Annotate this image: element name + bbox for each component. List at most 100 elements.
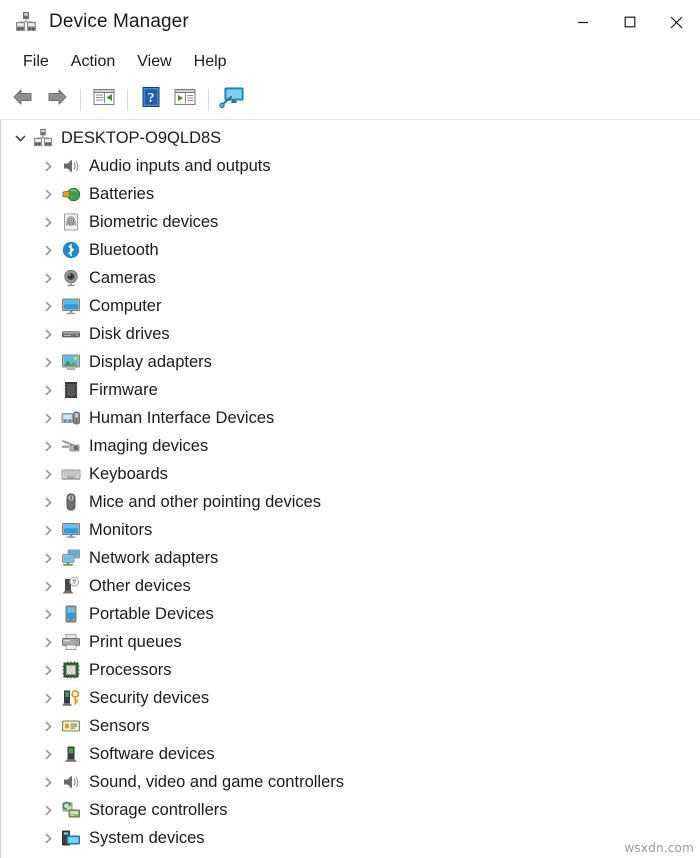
chevron-right-icon[interactable] [39, 325, 57, 343]
chevron-right-icon[interactable] [39, 633, 57, 651]
tree-item-human-interface-devices[interactable]: Human Interface Devices [1, 404, 700, 432]
imaging-scanner-icon [61, 436, 81, 456]
menu-help[interactable]: Help [183, 50, 238, 74]
tree-item-batteries[interactable]: Batteries [1, 180, 700, 208]
computer-node-icon [33, 128, 53, 148]
chevron-right-icon[interactable] [39, 717, 57, 735]
tree-item-label: Human Interface Devices [89, 408, 275, 427]
tree-item-computer[interactable]: Computer [1, 292, 700, 320]
chevron-right-icon[interactable] [39, 745, 57, 763]
tree-item-software-devices[interactable]: Software devices [1, 740, 700, 768]
menu-action[interactable]: Action [60, 50, 126, 74]
disk-drive-icon [61, 324, 81, 344]
tree-item-label: Sensors [89, 716, 150, 735]
chevron-right-icon[interactable] [39, 661, 57, 679]
close-button[interactable] [653, 0, 700, 44]
tree-item-disk-drives[interactable]: Disk drives [1, 320, 700, 348]
tree-item-imaging-devices[interactable]: Imaging devices [1, 432, 700, 460]
chevron-right-icon[interactable] [39, 437, 57, 455]
menu-file[interactable]: File [12, 50, 60, 74]
tree-item-monitors[interactable]: Monitors [1, 516, 700, 544]
tree-item-other-devices[interactable]: ? Other devices [1, 572, 700, 600]
tree-item-storage-controllers[interactable]: Storage controllers [1, 796, 700, 824]
camera-icon [61, 268, 81, 288]
menu-view[interactable]: View [126, 50, 182, 74]
maximize-button[interactable] [606, 0, 653, 44]
monitor-icon [61, 520, 81, 540]
tree-item-mice-and-other-pointing-devices[interactable]: Mice and other pointing devices [1, 488, 700, 516]
chevron-right-icon[interactable] [39, 605, 57, 623]
forward-button[interactable] [40, 84, 74, 116]
tree-item-label: Processors [89, 660, 172, 679]
tree-item-print-queues[interactable]: Print queues [1, 628, 700, 656]
tree-item-audio-inputs-and-outputs[interactable]: Audio inputs and outputs [1, 152, 700, 180]
chevron-right-icon[interactable] [39, 157, 57, 175]
back-button[interactable] [6, 84, 40, 116]
tree-item-label: System devices [89, 828, 205, 847]
back-arrow-icon [11, 87, 35, 112]
tree-item-network-adapters[interactable]: Network adapters [1, 544, 700, 572]
help-button[interactable]: ? [134, 84, 168, 116]
tree-item-label: Keyboards [89, 464, 168, 483]
tree-item-label: Firmware [89, 380, 158, 399]
tree-item-firmware[interactable]: Firmware [1, 376, 700, 404]
tree-item-label: Storage controllers [89, 800, 228, 819]
window-controls [559, 0, 700, 44]
tree-item-keyboards[interactable]: Keyboards [1, 460, 700, 488]
tree-item-label: Imaging devices [89, 436, 209, 455]
tree-item-system-devices[interactable]: System devices [1, 824, 700, 852]
chevron-right-icon[interactable] [39, 829, 57, 847]
scan-hardware-changes-button[interactable] [215, 84, 249, 116]
tree-item-display-adapters[interactable]: Display adapters [1, 348, 700, 376]
chevron-right-icon[interactable] [39, 241, 57, 259]
tree-item-label: Security devices [89, 688, 210, 707]
chevron-right-icon[interactable] [39, 577, 57, 595]
chevron-right-icon[interactable] [39, 213, 57, 231]
processor-chip-icon [61, 660, 81, 680]
chevron-right-icon[interactable] [39, 801, 57, 819]
tree-item-label: Other devices [89, 576, 191, 595]
portable-device-icon [61, 604, 81, 624]
tree-item-security-devices[interactable]: Security devices [1, 684, 700, 712]
speaker-icon [61, 156, 81, 176]
watermark: wsxdn.com [624, 841, 694, 855]
svg-text:?: ? [148, 91, 155, 106]
tree-item-portable-devices[interactable]: Portable Devices [1, 600, 700, 628]
chevron-right-icon[interactable] [39, 185, 57, 203]
tree-item-label: Monitors [89, 520, 153, 539]
device-manager-window: Device Manager File Action View Help ? D… [0, 0, 700, 858]
tree-item-cameras[interactable]: Cameras [1, 264, 700, 292]
scan-monitor-icon [219, 86, 245, 113]
chevron-right-icon[interactable] [39, 773, 57, 791]
chevron-right-icon[interactable] [39, 521, 57, 539]
tree-item-bluetooth[interactable]: Bluetooth [1, 236, 700, 264]
chevron-right-icon[interactable] [39, 465, 57, 483]
tree-item-sound-video-and-game-controllers[interactable]: Sound, video and game controllers [1, 768, 700, 796]
minimize-button[interactable] [559, 0, 606, 44]
mouse-icon [61, 492, 81, 512]
chevron-right-icon[interactable] [39, 269, 57, 287]
chevron-right-icon[interactable] [39, 549, 57, 567]
chevron-right-icon[interactable] [39, 381, 57, 399]
chevron-right-icon[interactable] [39, 493, 57, 511]
sound-speaker-icon [61, 772, 81, 792]
menu-bar: File Action View Help [0, 44, 700, 80]
chevron-right-icon[interactable] [39, 297, 57, 315]
tree-item-biometric-devices[interactable]: Biometric devices [1, 208, 700, 236]
tree-root-node[interactable]: DESKTOP-O9QLD8S [1, 124, 700, 152]
properties-button[interactable] [168, 84, 202, 116]
svg-text:?: ? [72, 579, 76, 586]
tree-item-label: Mice and other pointing devices [89, 492, 322, 511]
tree-item-processors[interactable]: Processors [1, 656, 700, 684]
hid-icon [61, 408, 81, 428]
device-manager-icon [15, 11, 37, 33]
chevron-down-icon[interactable] [11, 129, 29, 147]
console-tree-icon [92, 87, 116, 112]
device-tree-pane[interactable]: DESKTOP-O9QLD8S Audio inputs and outputs [0, 120, 700, 858]
tree-item-sensors[interactable]: Sensors [1, 712, 700, 740]
chevron-right-icon[interactable] [39, 409, 57, 427]
show-hide-console-tree-button[interactable] [87, 84, 121, 116]
fingerprint-icon [61, 212, 81, 232]
chevron-right-icon[interactable] [39, 689, 57, 707]
chevron-right-icon[interactable] [39, 353, 57, 371]
